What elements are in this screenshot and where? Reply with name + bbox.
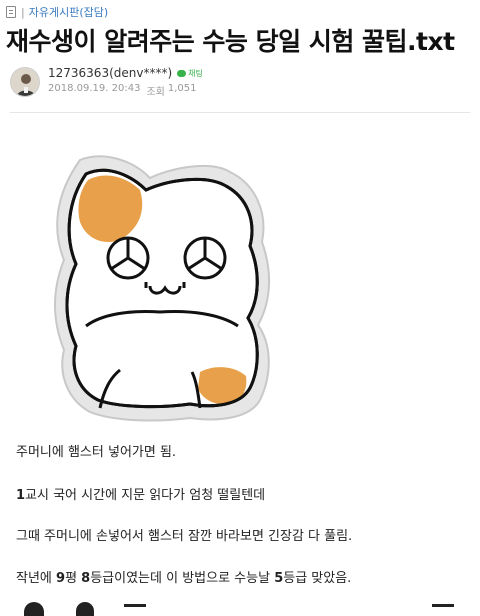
views-label: 조회 — [146, 87, 165, 98]
content-line-3: 그때 주머니에 손넣어서 햄스터 잠깐 바라보면 긴장감 다 풀림. — [16, 529, 353, 544]
author-name[interactable]: 12736363(denv****) — [48, 66, 172, 80]
board-name-link[interactable]: 자유게시판(잡담) — [29, 4, 108, 20]
chat-button[interactable]: 채팅 — [177, 68, 203, 79]
views-count: 1,051 — [167, 83, 197, 94]
board-breadcrumb[interactable]: | 자유게시판(잡담) — [6, 4, 108, 20]
post-title: 재수생이 알려주는 수능 당일 시험 꿀팁.txt — [6, 27, 455, 56]
bottom-toolbar — [0, 600, 480, 616]
menu-icon[interactable] — [124, 604, 146, 607]
hamster-illustration — [50, 150, 280, 430]
content-line-2: 1교시 국어 시간에 지문 읽다가 엄청 떨릴텐데 — [16, 488, 266, 503]
avatar[interactable] — [10, 67, 40, 97]
author-row: 12736363(denv****) 채팅 2018.09.19. 20:43 … — [10, 66, 203, 98]
comment-icon[interactable] — [76, 602, 94, 616]
chat-label: 채팅 — [188, 68, 203, 78]
author-meta: 12736363(denv****) 채팅 2018.09.19. 20:43 … — [48, 66, 203, 98]
like-icon[interactable] — [24, 602, 44, 616]
content-line-1: 주머니에 햄스터 넣어가면 됨. — [16, 445, 177, 460]
document-icon — [6, 6, 16, 18]
post-date: 2018.09.19. 20:43 — [48, 83, 141, 94]
content-line-4: 작년에 9평 8등급이였는데 이 방법으로 수능날 5등급 맞았음. — [16, 571, 352, 586]
share-icon[interactable] — [432, 604, 454, 607]
breadcrumb-separator: | — [21, 5, 25, 19]
header-divider — [10, 112, 470, 113]
chat-bubble-icon — [177, 69, 187, 77]
